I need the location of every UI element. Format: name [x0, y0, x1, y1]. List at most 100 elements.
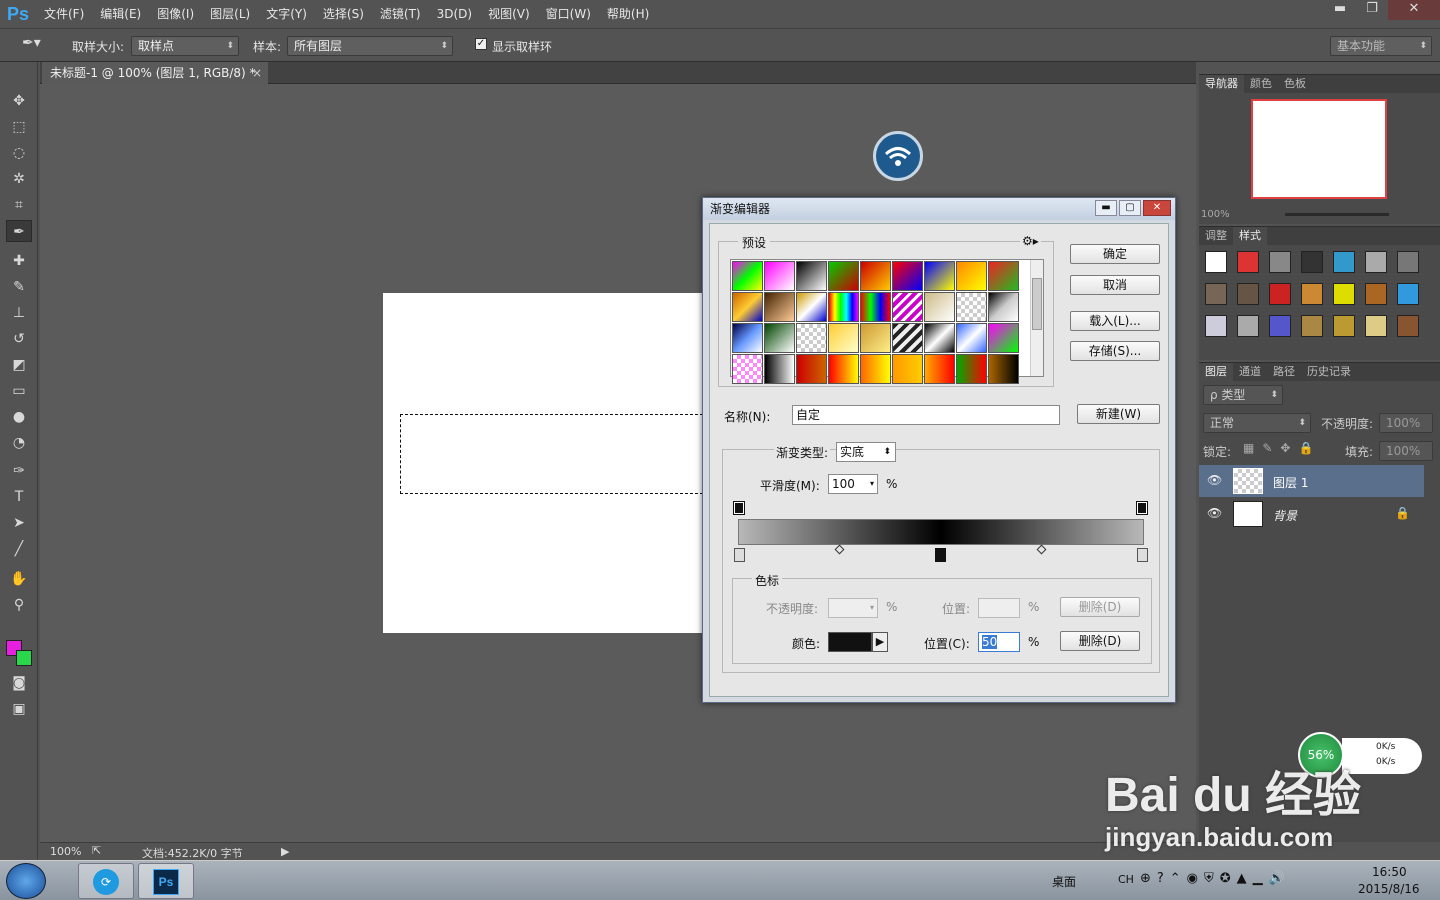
cancel-button[interactable]: 取消	[1070, 275, 1160, 295]
screen-mode-icon[interactable]: ▣	[6, 698, 32, 720]
style-swatch[interactable]	[1365, 315, 1387, 337]
panel-tab-navtabs-2[interactable]: 色板	[1278, 75, 1312, 93]
healing-brush-tool-icon[interactable]: ✚	[6, 250, 32, 272]
magic-wand-tool-icon[interactable]: ✲	[6, 168, 32, 190]
presets-scrollbar[interactable]	[1030, 260, 1043, 376]
menu-item-5[interactable]: 选择(S)	[315, 0, 372, 28]
stop-position-c-input[interactable]: 50	[978, 632, 1020, 652]
dialog-title-bar[interactable]: 渐变编辑器 ▬ ▢ ✕	[703, 198, 1175, 220]
gradient-type-select[interactable]: 实底 ⬍	[836, 442, 896, 462]
style-swatch[interactable]	[1301, 315, 1323, 337]
style-swatch[interactable]	[1237, 283, 1259, 305]
desktop-toolbar-label[interactable]: 桌面	[1052, 873, 1076, 890]
brush-tool-icon[interactable]: ✎	[6, 276, 32, 298]
stamp-tool-icon[interactable]: ⊥	[6, 302, 32, 324]
gradient-preset-swatch[interactable]	[764, 261, 795, 291]
type-tool-icon[interactable]: T	[6, 486, 32, 508]
menu-item-1[interactable]: 编辑(E)	[92, 0, 149, 28]
style-swatch[interactable]	[1333, 251, 1355, 273]
gradient-preset-swatch[interactable]	[860, 323, 891, 353]
eyedropper-tool-icon[interactable]: ✒	[6, 220, 32, 242]
eyedropper-tool-icon[interactable]: ✒▾	[22, 35, 41, 51]
gradient-preset-swatch[interactable]	[988, 323, 1019, 353]
move-tool-icon[interactable]: ✥	[6, 90, 32, 112]
color-stop-swatch[interactable]	[828, 632, 872, 652]
panel-tab-laytabs-3[interactable]: 历史记录	[1301, 363, 1357, 381]
style-swatch[interactable]	[1205, 315, 1227, 337]
style-swatch[interactable]	[1301, 283, 1323, 305]
navigator-preview[interactable]	[1251, 99, 1387, 199]
gradient-preset-swatch[interactable]	[892, 292, 923, 322]
style-swatch[interactable]	[1269, 315, 1291, 337]
presets-gear-icon[interactable]: ⚙▸	[1020, 234, 1041, 248]
color-menu-arrow-icon[interactable]: ▶	[872, 632, 888, 652]
delete-opacity-stop-button[interactable]: 删除(D)	[1060, 597, 1140, 617]
zoom-tool-icon[interactable]: ⚲	[6, 594, 32, 616]
gradient-preset-swatch[interactable]	[796, 354, 827, 384]
layer-name[interactable]: 图层 1	[1273, 474, 1308, 491]
gradient-preset-swatch[interactable]	[924, 323, 955, 353]
history-brush-tool-icon[interactable]: ↺	[6, 328, 32, 350]
gradient-preset-swatch[interactable]	[732, 292, 763, 322]
style-swatch[interactable]	[1237, 315, 1259, 337]
visibility-eye-icon[interactable]: 👁	[1207, 506, 1222, 520]
gradient-bar[interactable]	[738, 519, 1144, 545]
menu-item-0[interactable]: 文件(F)	[36, 0, 92, 28]
layer-kind-filter[interactable]: ρ 类型 ⬍	[1203, 385, 1283, 405]
style-swatch[interactable]	[1333, 315, 1355, 337]
panel-tab-navtabs-1[interactable]: 颜色	[1244, 75, 1278, 93]
gradient-preset-swatch[interactable]	[956, 292, 987, 322]
blur-tool-icon[interactable]: ●	[6, 406, 32, 428]
gradient-preset-swatch[interactable]	[956, 354, 987, 384]
background-color-swatch[interactable]	[16, 650, 32, 666]
menu-item-4[interactable]: 文字(Y)	[258, 0, 315, 28]
layer-name[interactable]: 背景	[1273, 507, 1297, 524]
visibility-eye-icon[interactable]: 👁	[1207, 473, 1222, 487]
panel-tab-adjtabs-1[interactable]: 样式	[1233, 227, 1267, 245]
fill-input[interactable]: 100%	[1379, 441, 1433, 461]
eraser-tool-icon[interactable]: ◩	[6, 354, 32, 376]
menu-item-3[interactable]: 图层(L)	[202, 0, 258, 28]
menu-item-8[interactable]: 视图(V)	[480, 0, 538, 28]
gradient-preset-swatch[interactable]	[796, 323, 827, 353]
style-swatch[interactable]	[1397, 315, 1419, 337]
minimize-button[interactable]: ▬	[1324, 0, 1356, 20]
gradient-preset-swatch[interactable]	[796, 261, 827, 291]
style-swatch[interactable]	[1269, 251, 1291, 273]
gradient-preset-swatch[interactable]	[892, 323, 923, 353]
crop-tool-icon[interactable]: ⌗	[6, 194, 32, 216]
panel-tab-navtabs-0[interactable]: 导航器	[1199, 75, 1244, 93]
gradient-preset-swatch[interactable]	[988, 292, 1019, 322]
lasso-tool-icon[interactable]: ◌	[6, 142, 32, 164]
hand-tool-icon[interactable]: ✋	[6, 568, 32, 590]
gradient-preset-swatch[interactable]	[892, 261, 923, 291]
gradient-preset-swatch[interactable]	[956, 261, 987, 291]
gradient-preset-swatch[interactable]	[828, 323, 859, 353]
menu-item-6[interactable]: 滤镜(T)	[372, 0, 429, 28]
gradient-preset-swatch[interactable]	[764, 292, 795, 322]
save-button[interactable]: 存储(S)...	[1070, 341, 1160, 361]
gradient-name-input[interactable]: 自定	[792, 405, 1060, 425]
layer-row-1[interactable]: 👁 图层 1	[1199, 465, 1424, 497]
load-button[interactable]: 载入(L)...	[1070, 311, 1160, 331]
gradient-preset-swatch[interactable]	[764, 354, 795, 384]
line-tool-icon[interactable]: ╱	[6, 538, 32, 560]
network-percent-badge[interactable]: 56%	[1298, 732, 1344, 778]
smoothness-input[interactable]: 100 ▾	[828, 474, 878, 494]
start-button[interactable]	[6, 863, 46, 899]
marquee-tool-icon[interactable]: ⬚	[6, 116, 32, 138]
navigator-zoom[interactable]: 100%	[1201, 209, 1230, 220]
lock-icons[interactable]: ▦✎✥🔒	[1243, 441, 1321, 455]
show-ring-checkbox[interactable]: ✓	[475, 38, 487, 50]
ime-indicator[interactable]: CH	[1118, 873, 1134, 886]
clock-time[interactable]: 16:50	[1372, 865, 1407, 879]
gradient-preset-swatch[interactable]	[828, 261, 859, 291]
gradient-preset-swatch[interactable]	[924, 292, 955, 322]
wifi-icon[interactable]	[873, 131, 923, 181]
color-stop-middle[interactable]	[935, 548, 946, 562]
gradient-preset-swatch[interactable]	[988, 261, 1019, 291]
menu-item-10[interactable]: 帮助(H)	[599, 0, 657, 28]
dialog-maximize-button[interactable]: ▢	[1119, 200, 1141, 216]
panel-tab-laytabs-0[interactable]: 图层	[1199, 363, 1233, 381]
layer-row-2[interactable]: 👁 背景 🔒	[1199, 498, 1424, 530]
